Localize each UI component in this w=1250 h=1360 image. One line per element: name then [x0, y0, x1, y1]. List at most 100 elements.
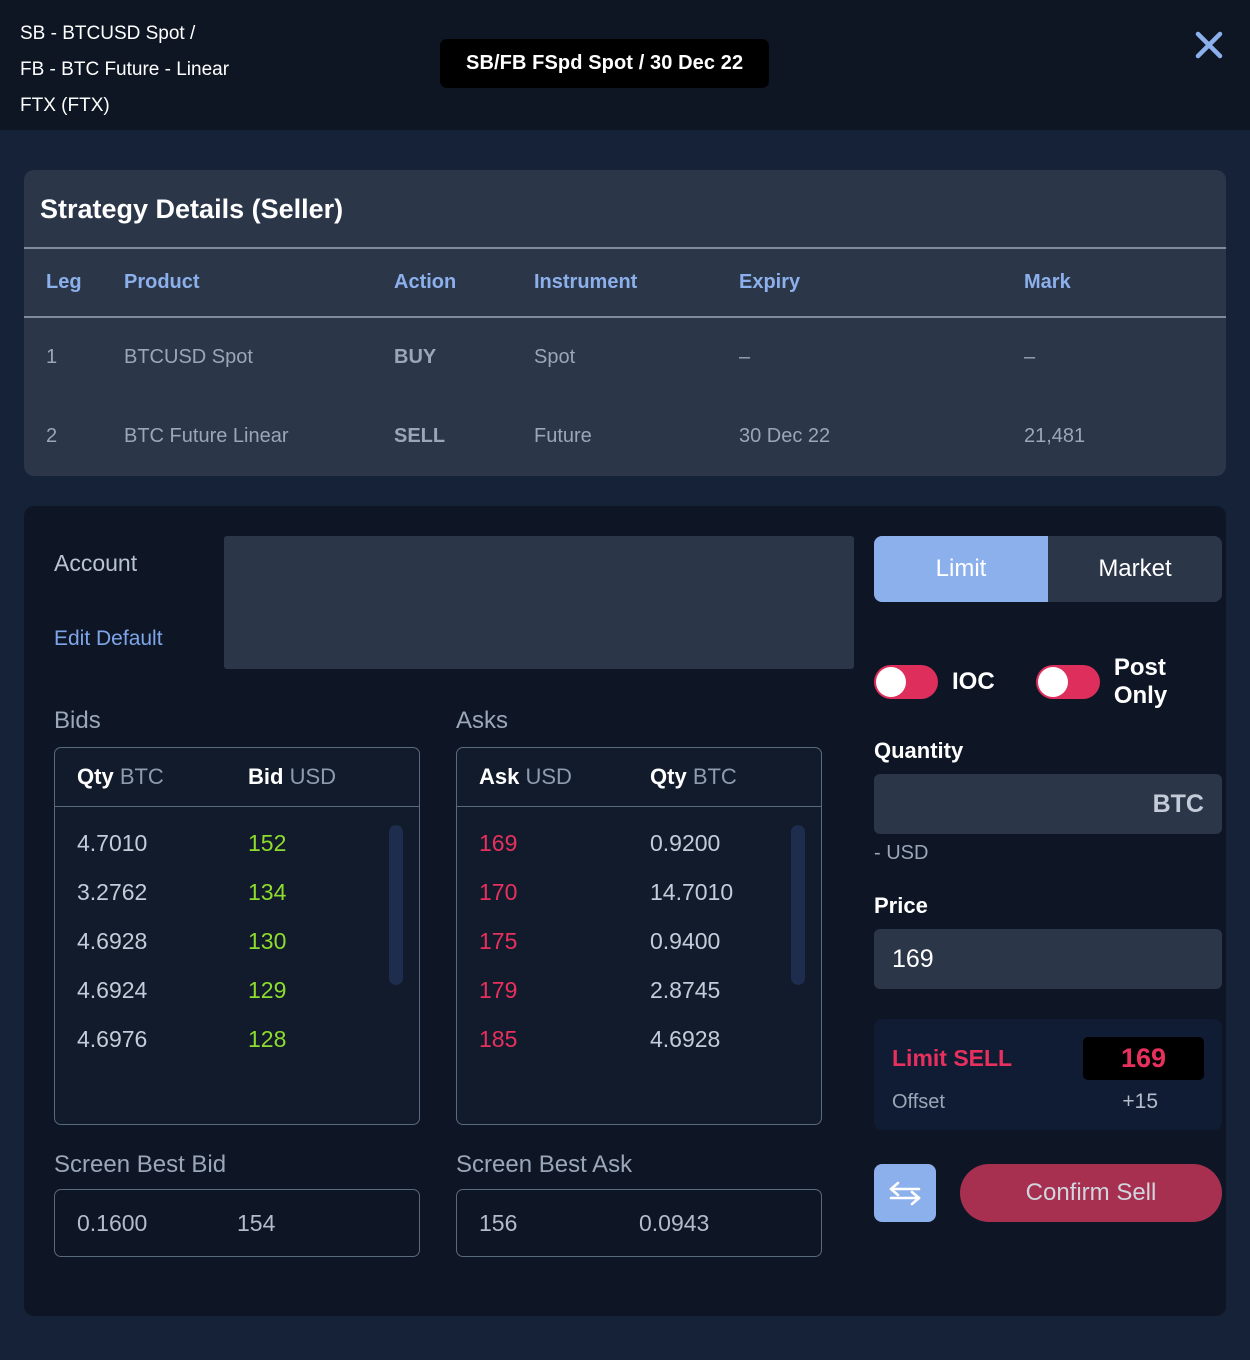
account-label: Account: [54, 550, 138, 576]
ask-price: 185: [479, 1026, 518, 1052]
column-header-leg: Leg: [24, 247, 124, 318]
title-bar: SB - BTCUSD Spot / FB - BTC Future - Lin…: [0, 0, 1250, 130]
bids-table[interactable]: Qty BTC Bid USD 4.7010 152 3.2762 134 4.…: [54, 747, 420, 1125]
swap-button[interactable]: [874, 1164, 936, 1222]
order-summary-offset-row: Offset +15: [892, 1090, 1204, 1114]
order-type-limit[interactable]: Limit: [874, 536, 1048, 602]
quantity-unit: BTC: [1152, 789, 1204, 818]
account-select[interactable]: [224, 536, 854, 669]
order-actions: Confirm Sell: [874, 1164, 1222, 1222]
price-label: Price: [874, 893, 928, 918]
screen-best-bid-box[interactable]: 0.1600 154: [54, 1189, 420, 1257]
order-entry-panel: Account Edit Default Bids Qty BTC Bid US…: [24, 506, 1226, 1316]
list-item[interactable]: 179 2.8745: [479, 966, 821, 1015]
table-row: 1 BTCUSD Spot BUY Spot – –: [24, 317, 1226, 397]
list-item[interactable]: 169 0.9200: [479, 819, 821, 868]
bid-qty: 4.6928: [77, 928, 148, 954]
close-button[interactable]: [1186, 22, 1232, 68]
post-only-toggle[interactable]: [1035, 665, 1100, 699]
quantity-label: Quantity: [874, 738, 964, 763]
ask-price: 175: [479, 928, 518, 954]
cell-expiry: 30 Dec 22: [739, 425, 831, 447]
ask-price: 170: [479, 879, 518, 905]
asks-header-row: Ask USD Qty BTC: [457, 748, 821, 807]
bids-book: Bids Qty BTC Bid USD 4.7010 152 3.2762 1…: [54, 707, 420, 1125]
order-summary-side: Limit SELL: [892, 1045, 1013, 1071]
order-type-toggle: Limit Market: [874, 536, 1222, 602]
column-header-mark: Mark: [1024, 247, 1226, 318]
quantity-input[interactable]: BTC: [874, 774, 1222, 834]
bids-header-row: Qty BTC Bid USD: [55, 748, 419, 807]
account-row: Account Edit Default: [54, 536, 854, 669]
asks-price-header: Ask USD: [479, 764, 650, 790]
screen-best-ask-label: Screen Best Ask: [456, 1151, 633, 1178]
order-summary-price: 169: [1082, 1037, 1204, 1080]
asks-book: Asks Ask USD Qty BTC 169 0.9200 170 14.7…: [456, 707, 822, 1125]
bids-qty-header-text: Qty: [77, 764, 114, 789]
cell-leg: 2: [46, 425, 58, 447]
ioc-toggle-wrap: IOC: [874, 665, 995, 699]
market-data-column: Account Edit Default Bids Qty BTC Bid US…: [54, 536, 854, 1282]
bids-scrollbar[interactable]: [389, 825, 403, 985]
screen-best-bid-price: 154: [237, 1209, 276, 1236]
post-only-label: Post Only: [1113, 654, 1168, 709]
bid-qty: 3.2762: [77, 879, 148, 905]
bids-label: Bids: [54, 707, 101, 734]
bids-qty-header: Qty BTC: [77, 764, 248, 790]
screen-best-ask-qty: 0.0943: [639, 1209, 710, 1236]
bid-qty: 4.6924: [77, 977, 148, 1003]
order-summary-side-row: Limit SELL 169: [892, 1037, 1204, 1080]
offset-label: Offset: [892, 1090, 945, 1113]
screen-best-bid-label: Screen Best Bid: [54, 1151, 227, 1178]
cell-product: BTCUSD Spot: [124, 346, 253, 368]
list-item[interactable]: 4.7010 152: [77, 819, 419, 868]
strategy-details-title: Strategy Details (Seller): [40, 194, 344, 224]
screen-best-bid: Screen Best Bid 0.1600 154: [54, 1151, 420, 1257]
order-flags: IOC Post Only: [874, 654, 1222, 710]
list-item[interactable]: 170 14.7010: [479, 868, 821, 917]
quantity-usd-note: - USD: [874, 842, 929, 864]
cell-action: BUY: [394, 346, 437, 368]
list-item[interactable]: 4.6924 129: [77, 966, 419, 1015]
list-item[interactable]: 4.6976 128: [77, 1015, 419, 1064]
post-only-toggle-wrap: Post Only: [1035, 654, 1222, 710]
asks-price-header-unit: USD: [525, 764, 572, 789]
table-row: 2 BTC Future Linear SELL Future 30 Dec 2…: [24, 397, 1226, 476]
cell-action: SELL: [394, 425, 446, 447]
order-books: Bids Qty BTC Bid USD 4.7010 152 3.2762 1…: [54, 707, 854, 1125]
list-item[interactable]: 4.6928 130: [77, 917, 419, 966]
price-input[interactable]: 169: [874, 929, 1222, 989]
cell-instrument: Future: [534, 425, 592, 447]
column-header-product: Product: [124, 247, 394, 318]
bids-qty-header-unit: BTC: [119, 764, 164, 789]
bid-price: 128: [248, 1026, 287, 1052]
screen-best-ask-box[interactable]: 156 0.0943: [456, 1189, 822, 1257]
edit-default-link[interactable]: Edit Default: [54, 627, 224, 651]
asks-label: Asks: [456, 707, 509, 734]
asks-qty-header-unit: BTC: [692, 764, 737, 789]
offset-value: +15: [1122, 1090, 1158, 1113]
table-header-row: Leg Product Action Instrument Expiry Mar…: [24, 247, 1226, 318]
order-type-market[interactable]: Market: [1048, 536, 1222, 602]
close-icon: [1195, 31, 1223, 59]
cell-instrument: Spot: [534, 346, 576, 368]
account-labels: Account Edit Default: [54, 536, 224, 669]
confirm-sell-button[interactable]: Confirm Sell: [960, 1164, 1222, 1222]
ioc-toggle[interactable]: [874, 665, 938, 699]
order-summary-card: Limit SELL 169 Offset +15: [874, 1019, 1222, 1130]
list-item[interactable]: 3.2762 134: [77, 868, 419, 917]
asks-scrollbar[interactable]: [791, 825, 805, 985]
asks-body: 169 0.9200 170 14.7010 175 0.9400 179 2.…: [457, 807, 821, 1064]
ask-price: 169: [479, 830, 518, 856]
column-header-instrument: Instrument: [534, 247, 739, 318]
asks-qty-header: Qty BTC: [650, 764, 821, 790]
cell-mark: –: [1024, 346, 1036, 368]
bid-qty: 4.7010: [77, 830, 148, 856]
list-item[interactable]: 175 0.9400: [479, 917, 821, 966]
column-header-expiry: Expiry: [739, 247, 1024, 318]
price-value: 169: [892, 944, 934, 973]
screen-best-ask-price: 156: [479, 1209, 518, 1236]
swap-horizontal-icon: [889, 1181, 921, 1206]
asks-table[interactable]: Ask USD Qty BTC 169 0.9200 170 14.7010 1…: [456, 747, 822, 1125]
list-item[interactable]: 185 4.6928: [479, 1015, 821, 1064]
